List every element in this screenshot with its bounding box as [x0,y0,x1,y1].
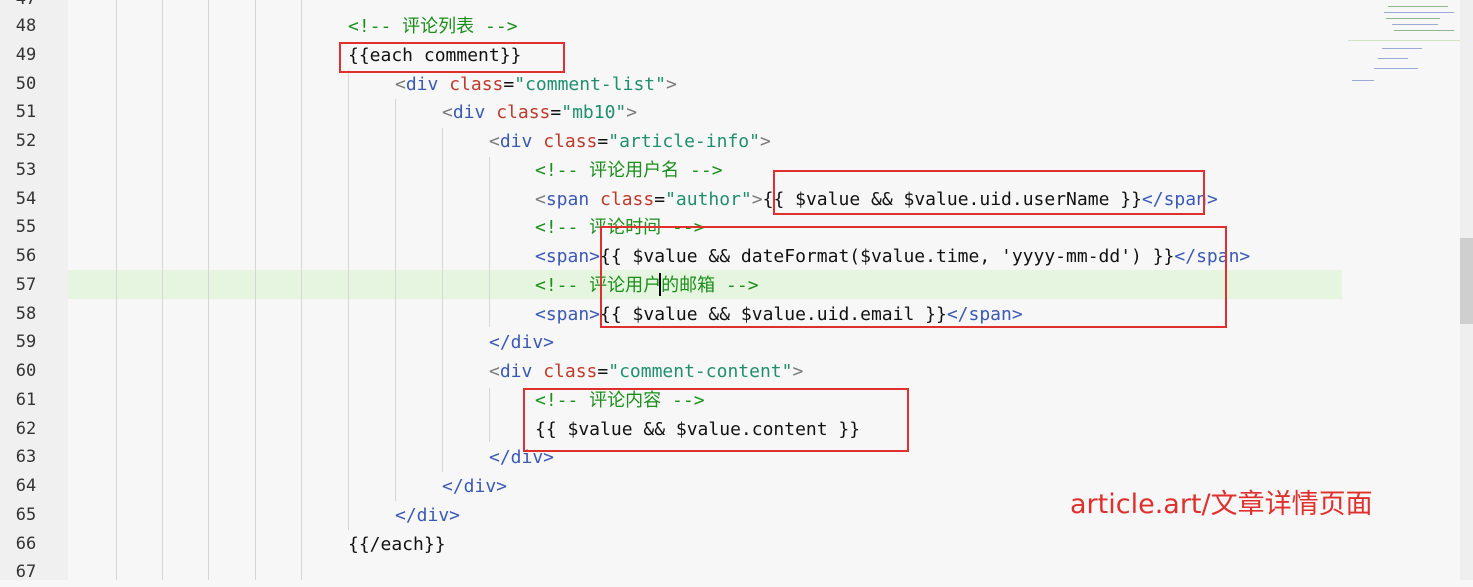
attr-equals: = [597,361,609,382]
attr-name: class [496,102,551,123]
line-number: 58 [15,304,37,324]
closing-tag: </div> [489,332,555,353]
attr-value: "comment-content" [608,361,793,382]
indent-guide [348,70,349,530]
line-number: 54 [15,189,37,209]
attr-value: "author" [665,189,752,210]
code-line-48[interactable]: <!-- 评论列表 --> [348,12,518,41]
scrollbar-thumb[interactable] [1460,238,1473,324]
code-comment: <!-- 评论列表 --> [348,16,518,37]
line-number: 62 [15,419,37,439]
line-number: 67 [15,562,37,582]
line-number: 48 [15,16,37,36]
tag-name: div [452,102,486,123]
tag-name: div [499,361,533,382]
tag-name: span [545,189,590,210]
minimap-line [1374,68,1418,69]
minimap-line [1348,40,1460,41]
closing-tag: </div> [442,476,508,497]
indent-guide [255,0,256,580]
attr-value: "mb10" [561,102,627,123]
code-line-60[interactable]: <div class="comment-content"> [489,357,803,386]
code-line-51[interactable]: <div class="mb10"> [442,98,637,127]
highlight-box-username [773,170,1205,215]
tag-bracket: > [665,74,677,95]
opening-tag: <span> [535,246,601,267]
line-number: 55 [15,217,37,237]
indent-guide [442,128,443,472]
indent-guide [489,157,490,327]
tag-bracket: > [626,102,638,123]
tag-name: div [499,131,533,152]
code-line-50[interactable]: <div class="comment-list"> [395,70,677,99]
line-number: 51 [15,102,37,122]
code-line-59[interactable]: </div> [489,328,554,357]
line-number: 64 [15,476,37,496]
minimap-line [1382,48,1422,49]
code-line-52[interactable]: <div class="article-info"> [489,127,771,156]
tag-bracket: < [535,189,546,210]
indent-guide [162,0,163,580]
code-line-65[interactable]: </div> [395,501,460,530]
line-number: 59 [15,332,37,352]
line-number: 65 [15,505,37,525]
code-line-66[interactable]: {{/each}} [348,530,446,559]
attr-equals: = [597,131,609,152]
minimap-line [1392,24,1438,25]
attr-name: class [543,361,598,382]
attr-equals: = [654,189,666,210]
minimap-line [1388,6,1448,7]
attr-value: "comment-list" [514,74,666,95]
line-number: 56 [15,246,37,266]
indent-guide [301,0,302,580]
line-number: 61 [15,390,37,410]
line-number: 53 [15,160,37,180]
indent-guide [208,0,209,580]
line-number: 66 [15,534,37,554]
tag-bracket: > [759,131,771,152]
highlight-box-content [523,388,909,452]
code-line-64[interactable]: </div> [442,472,507,501]
attr-name: class [543,131,598,152]
attr-equals: = [503,74,515,95]
tag-name: div [405,74,439,95]
opening-tag: <span> [535,304,601,325]
closing-tag: </div> [395,505,461,526]
tag-bracket: < [442,102,453,123]
line-number: 57 [15,275,37,295]
attr-value: "article-info" [608,131,760,152]
minimap-line [1352,80,1374,81]
highlight-box-time-email [600,226,1227,328]
code-comment: <!-- 评论用户名 --> [535,160,723,181]
minimap-line [1378,58,1408,59]
line-number: 52 [15,131,37,151]
template-expression: {{/each}} [348,534,446,555]
minimap-line [1384,12,1454,13]
tag-bracket: < [489,131,500,152]
tag-bracket: < [489,361,500,382]
tag-bracket: > [792,361,804,382]
tag-bracket: > [751,189,763,210]
line-number: 60 [15,361,37,381]
highlight-box-each [339,42,565,73]
file-annotation: article.art/文章详情页面 [1070,489,1373,520]
line-number: 50 [15,74,37,94]
line-number: 63 [15,447,37,467]
tag-bracket: < [395,74,406,95]
code-line-53[interactable]: <!-- 评论用户名 --> [535,156,723,185]
attr-name: class [600,189,655,210]
minimap-line [1386,18,1440,19]
indent-guide [395,99,396,501]
attr-equals: = [550,102,562,123]
line-number: 49 [15,45,37,65]
minimap[interactable] [1348,0,1460,90]
minimap-line [1394,30,1454,31]
indent-guide [489,388,490,442]
attr-name: class [449,74,504,95]
indent-guide [116,0,117,580]
